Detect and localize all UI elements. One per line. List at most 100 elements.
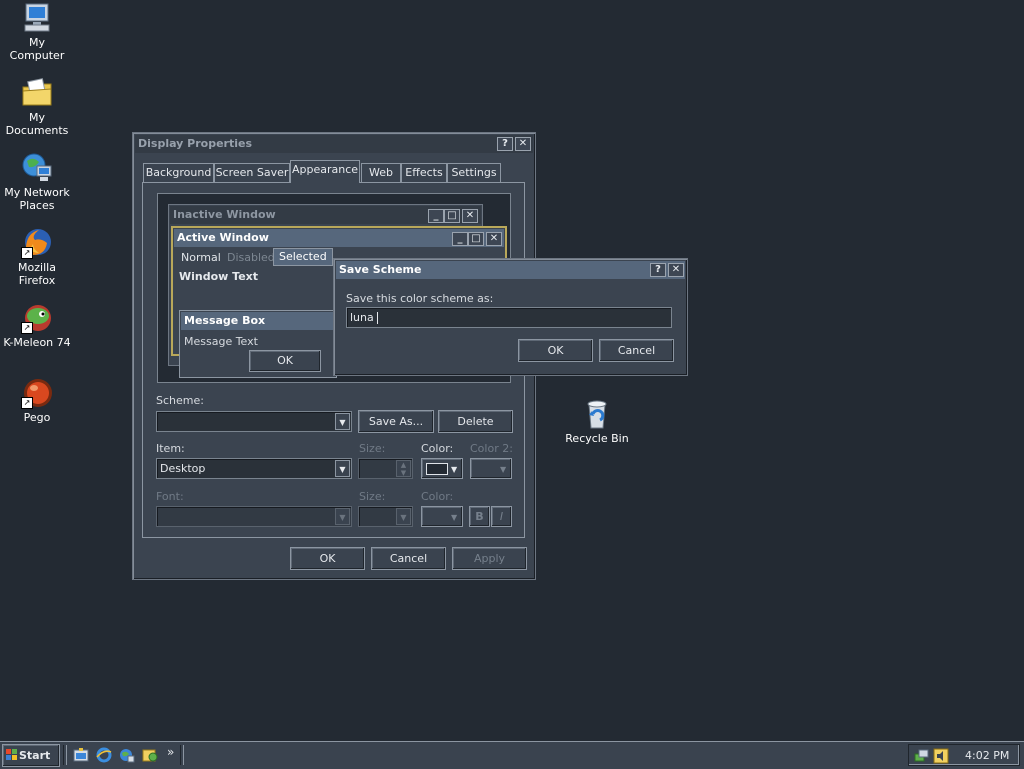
desktop-icon-label: My Computer bbox=[9, 36, 65, 62]
clock[interactable]: 4:02 PM bbox=[965, 749, 1009, 762]
ok-button[interactable]: OK bbox=[290, 547, 365, 570]
scheme-name-value: luna bbox=[350, 311, 374, 324]
preview-minimize-icon: _ bbox=[428, 209, 444, 223]
close-button[interactable]: ✕ bbox=[515, 137, 531, 151]
scheme-name-input[interactable]: luna bbox=[346, 307, 672, 328]
folder-documents-icon bbox=[21, 77, 53, 109]
desktop-icon-k-meleon[interactable]: ↗ K-Meleon 74 bbox=[0, 302, 74, 349]
chevron-down-icon: ▼ bbox=[451, 513, 458, 522]
item-color2-picker[interactable]: ▼ bbox=[470, 458, 512, 479]
desktop-icon-label: Recycle Bin bbox=[565, 432, 629, 445]
font-size-dropdown[interactable]: ▼ bbox=[358, 506, 413, 527]
desktop-icon-pego[interactable]: ↗ Pego bbox=[0, 377, 74, 424]
windows-logo-icon bbox=[6, 749, 17, 760]
quick-launch-chevron[interactable]: » bbox=[167, 745, 174, 759]
font-size-label: Size: bbox=[359, 490, 386, 503]
volume-tray-icon[interactable] bbox=[933, 748, 949, 764]
text-cursor bbox=[376, 312, 378, 324]
chevron-down-icon: ▼ bbox=[451, 465, 458, 474]
save-scheme-dialog: Save Scheme ? ✕ Save this color scheme a… bbox=[333, 258, 688, 376]
delete-button[interactable]: Delete bbox=[438, 410, 513, 433]
show-desktop-icon[interactable] bbox=[73, 747, 89, 763]
help-button[interactable]: ? bbox=[650, 263, 666, 277]
desktop-icon-label-line2: Places bbox=[19, 199, 55, 212]
close-button[interactable]: ✕ bbox=[668, 263, 684, 277]
shortcut-arrow-icon: ↗ bbox=[21, 397, 33, 409]
internet-explorer-icon[interactable] bbox=[96, 747, 112, 763]
desktop-icon-label: My Network bbox=[4, 186, 70, 199]
desktop-icon-label: Pego bbox=[23, 411, 51, 424]
tab-screen-saver[interactable]: Screen Saver bbox=[214, 163, 290, 182]
desktop-icon-my-documents[interactable]: My Documents bbox=[0, 77, 74, 137]
preview-close-icon: ✕ bbox=[462, 209, 478, 223]
desktop-icon-label: K-Meleon 74 bbox=[3, 336, 71, 349]
pego-icon: ↗ bbox=[21, 377, 53, 409]
item-value: Desktop bbox=[160, 462, 206, 475]
scheme-dropdown[interactable]: ▼ bbox=[156, 411, 352, 432]
tab-appearance[interactable]: Appearance bbox=[290, 160, 360, 183]
display-properties-titlebar[interactable]: Display Properties bbox=[135, 135, 533, 153]
preview-menu-normal: Normal bbox=[181, 251, 221, 264]
preview-maximize-icon: □ bbox=[444, 209, 460, 223]
bold-button[interactable]: B bbox=[469, 506, 490, 527]
font-dropdown[interactable]: ▼ bbox=[156, 506, 352, 527]
item-color-label: Color: bbox=[421, 442, 454, 455]
save-as-button[interactable]: Save As... bbox=[358, 410, 434, 433]
spinner-arrows-icon[interactable]: ▲ ▼ bbox=[396, 460, 411, 477]
preview-ok-button: OK bbox=[249, 350, 321, 372]
tab-web[interactable]: Web bbox=[361, 163, 401, 182]
start-button[interactable]: Start bbox=[2, 744, 60, 767]
save-scheme-prompt: Save this color scheme as: bbox=[346, 292, 494, 305]
taskbar-separator bbox=[180, 745, 184, 765]
chevron-down-icon: ▼ bbox=[500, 465, 507, 474]
shortcut-arrow-icon: ↗ bbox=[21, 247, 33, 259]
desktop-icon-my-computer[interactable]: My Computer bbox=[0, 2, 74, 62]
desktop-icon-label: My Documents bbox=[5, 111, 69, 137]
windows-explorer-icon[interactable] bbox=[119, 747, 135, 763]
desktop-icon-label: Mozilla Firefox bbox=[18, 261, 56, 287]
preview-message-text: Message Text bbox=[184, 335, 258, 348]
font-label: Font: bbox=[156, 490, 184, 503]
preview-message-box-title: Message Box bbox=[184, 314, 266, 327]
save-scheme-title: Save Scheme bbox=[339, 263, 422, 276]
preview-menu-disabled: Disabled bbox=[227, 251, 275, 264]
chevron-down-icon[interactable]: ▼ bbox=[335, 413, 350, 430]
network-tray-icon[interactable] bbox=[914, 748, 930, 764]
save-scheme-ok-button[interactable]: OK bbox=[518, 339, 593, 362]
chevron-down-icon[interactable]: ▼ bbox=[396, 508, 411, 525]
font-color-label: Color: bbox=[421, 490, 454, 503]
italic-button[interactable]: I bbox=[491, 506, 512, 527]
desktop-icon-mozilla-firefox[interactable]: ↗ Mozilla Firefox bbox=[0, 227, 74, 287]
item-size-spinner[interactable]: ▲ ▼ bbox=[358, 458, 413, 479]
computer-icon bbox=[21, 2, 53, 34]
font-color-picker[interactable]: ▼ bbox=[421, 506, 463, 527]
firefox-icon: ↗ bbox=[21, 227, 53, 259]
scheme-label: Scheme: bbox=[156, 394, 204, 407]
item-color2-label: Color 2: bbox=[470, 442, 513, 455]
item-size-label: Size: bbox=[359, 442, 386, 455]
save-scheme-cancel-button[interactable]: Cancel bbox=[599, 339, 674, 362]
chevron-down-icon[interactable]: ▼ bbox=[335, 460, 350, 477]
preview-menu-selected: Selected bbox=[273, 248, 333, 266]
preview-close-icon: ✕ bbox=[486, 232, 502, 246]
preview-message-box: Message Box Message Text OK bbox=[179, 310, 337, 378]
desktop-icon-recycle-bin[interactable]: Recycle Bin bbox=[560, 398, 634, 445]
system-tray: 4:02 PM bbox=[908, 744, 1020, 766]
desktop-icon-my-network-places[interactable]: My Network Places bbox=[0, 152, 74, 212]
media-icon[interactable] bbox=[142, 747, 158, 763]
help-button[interactable]: ? bbox=[497, 137, 513, 151]
cancel-button[interactable]: Cancel bbox=[371, 547, 446, 570]
save-scheme-titlebar[interactable]: Save Scheme bbox=[336, 261, 685, 279]
item-dropdown[interactable]: Desktop ▼ bbox=[156, 458, 352, 479]
chevron-down-icon[interactable]: ▼ bbox=[335, 508, 350, 525]
taskbar-separator bbox=[63, 745, 67, 765]
tab-effects[interactable]: Effects bbox=[401, 163, 447, 182]
tab-settings[interactable]: Settings bbox=[447, 163, 501, 182]
tab-background[interactable]: Background bbox=[143, 163, 214, 182]
window-title: Display Properties bbox=[138, 137, 253, 150]
recycle-bin-icon bbox=[581, 398, 613, 430]
item-color-picker[interactable]: ▼ bbox=[421, 458, 463, 479]
kmeleon-icon: ↗ bbox=[21, 302, 53, 334]
taskbar: Start » 4:02 PM bbox=[0, 741, 1024, 769]
apply-button[interactable]: Apply bbox=[452, 547, 527, 570]
